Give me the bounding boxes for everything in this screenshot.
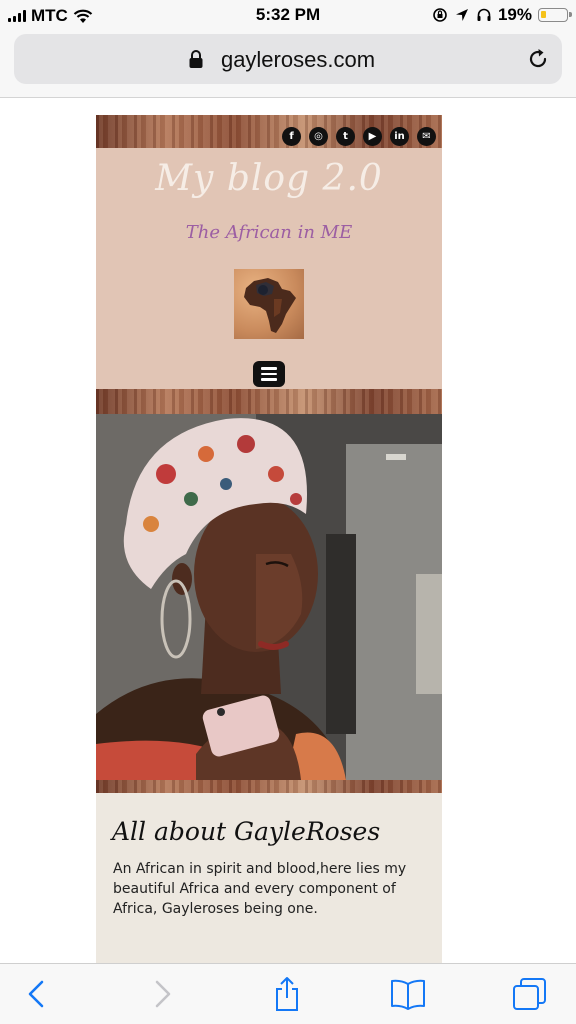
address-bar[interactable]: gayleroses.com (14, 34, 562, 84)
woman-portrait-image (96, 414, 442, 780)
share-icon (276, 977, 298, 1011)
wood-banner-middle (96, 389, 442, 414)
email-icon[interactable]: ✉ (417, 127, 436, 146)
linkedin-icon[interactable]: in (390, 127, 409, 146)
instagram-icon[interactable]: ◎ (309, 127, 328, 146)
tabs-icon (513, 978, 546, 1010)
menu-button[interactable] (253, 361, 285, 387)
screen-lock-icon (433, 8, 447, 22)
webpage: f ◎ t ▶ in ✉ My blog 2.0 The African in ME (96, 115, 442, 963)
status-right: 19% (432, 5, 572, 25)
headphones-icon (477, 8, 491, 21)
africa-map-logo[interactable] (234, 269, 304, 339)
about-section: All about GayleRoses An African in spiri… (96, 793, 442, 963)
share-button[interactable] (267, 976, 307, 1012)
status-bar: MTC 5:32 PM 19% (0, 0, 576, 30)
battery-icon (538, 8, 572, 22)
browser-toolbar (0, 963, 576, 1024)
youtube-icon[interactable]: ▶ (363, 127, 382, 146)
twitter-icon[interactable]: t (336, 127, 355, 146)
hero-photo (96, 414, 442, 780)
battery-percent: 19% (497, 5, 532, 24)
reload-icon[interactable] (526, 47, 550, 71)
back-button[interactable] (16, 976, 56, 1012)
wood-banner-top: f ◎ t ▶ in ✉ (96, 115, 442, 148)
battery-level (541, 11, 546, 18)
social-links: f ◎ t ▶ in ✉ (282, 127, 436, 146)
browser-address-area: gayleroses.com (0, 30, 576, 98)
africa-map-icon (244, 278, 296, 333)
site-title[interactable]: My blog 2.0 (96, 158, 442, 199)
facebook-icon[interactable]: f (282, 127, 301, 146)
site-header: My blog 2.0 The African in ME (96, 148, 442, 389)
location-icon (455, 9, 468, 21)
bookmarks-icon (391, 979, 425, 1010)
about-text: An African in spirit and blood,here lies… (113, 861, 407, 917)
tabs-button[interactable] (510, 976, 550, 1012)
back-icon (28, 980, 44, 1008)
url-text[interactable]: gayleroses.com (14, 47, 562, 73)
bookmarks-button[interactable] (388, 976, 428, 1012)
forward-icon (155, 980, 171, 1008)
site-tagline: The African in ME (185, 222, 353, 243)
about-title: All about GayleRoses (112, 817, 381, 846)
wood-banner-bottom (96, 780, 442, 793)
forward-button[interactable] (143, 976, 183, 1012)
